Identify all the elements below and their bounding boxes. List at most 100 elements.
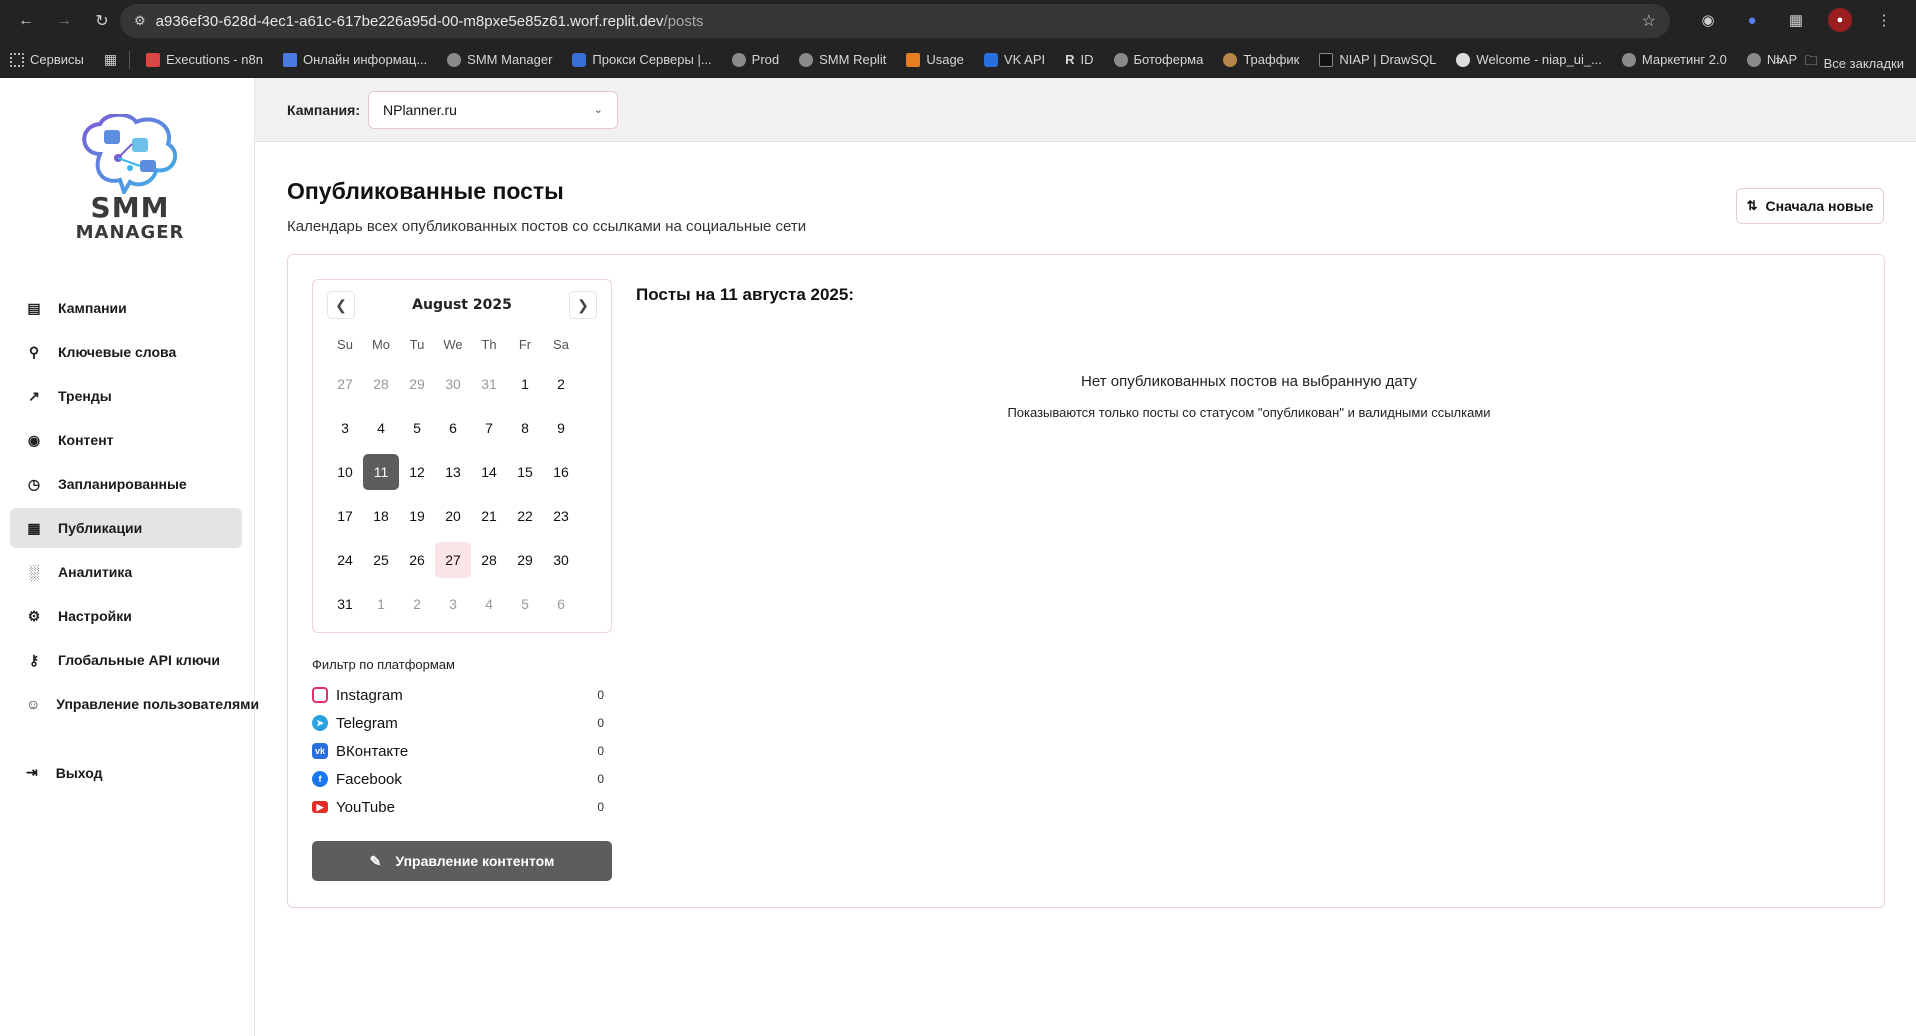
bookmark-item[interactable]: Usage [906, 52, 964, 67]
extension-badge-icon[interactable]: ● [1740, 8, 1764, 32]
calendar-day[interactable]: 5 [507, 586, 543, 622]
calendar-day[interactable]: 14 [471, 454, 507, 490]
sidebar-item-publications[interactable]: ▦ Публикации [10, 508, 242, 548]
sidebar-item-analytics[interactable]: ░ Аналитика [10, 552, 242, 592]
calendar-day[interactable]: 16 [543, 454, 579, 490]
weekday-label: Mo [371, 336, 391, 352]
calendar-day[interactable]: 7 [471, 410, 507, 446]
bookmark-item[interactable]: Welcome - niap_ui_... [1456, 52, 1602, 67]
calendar-header: ❮ August 2025 ❯ [327, 290, 597, 320]
prev-month-button[interactable]: ❮ [327, 291, 355, 319]
calendar-day[interactable]: 20 [435, 498, 471, 534]
platform-filter-instagram[interactable]: Instagram 0 [312, 681, 612, 709]
more-bookmarks-icon[interactable]: » [1775, 52, 1782, 74]
calendar-day[interactable]: 22 [507, 498, 543, 534]
bookmark-services[interactable]: Сервисы [10, 52, 84, 67]
extensions-icon[interactable]: ▦ [1784, 8, 1808, 32]
calendar-day[interactable]: 8 [507, 410, 543, 446]
calendar-day[interactable]: 17 [327, 498, 363, 534]
campaign-select[interactable]: NPlanner.ru ⌄ [368, 90, 618, 129]
sidebar-item-trends[interactable]: ↗ Тренды [10, 376, 242, 416]
calendar-day[interactable]: 15 [507, 454, 543, 490]
clock-icon: ◷ [27, 475, 41, 492]
calendar-day[interactable]: 25 [363, 542, 399, 578]
manage-content-button[interactable]: ✎ Управление контентом [312, 841, 612, 881]
calendar-day[interactable]: 18 [363, 498, 399, 534]
menu-icon[interactable]: ⋮ [1872, 8, 1896, 32]
camera-icon[interactable]: ◉ [1696, 8, 1720, 32]
bookmark-item[interactable]: VK API [983, 52, 1045, 67]
profile-avatar[interactable]: ● [1828, 8, 1852, 32]
bookmark-item[interactable]: SMM Manager [447, 52, 552, 67]
back-icon[interactable]: ← [12, 7, 40, 35]
weekday-label: Th [481, 336, 497, 352]
calendar-day[interactable]: 21 [471, 498, 507, 534]
calendar-day[interactable]: 6 [435, 410, 471, 446]
bookmark-star-icon[interactable]: ☆ [1642, 11, 1656, 31]
calendar-day[interactable]: 26 [399, 542, 435, 578]
calendar-day[interactable]: 1 [507, 366, 543, 402]
sort-button[interactable]: ⇅ Сначала новые [1736, 188, 1884, 224]
platform-name: Instagram [336, 686, 403, 704]
bookmark-item[interactable]: R ID [1065, 52, 1093, 67]
calendar-day[interactable]: 30 [543, 542, 579, 578]
bookmark-item[interactable]: Executions - n8n [146, 52, 263, 67]
platform-filter-youtube[interactable]: ▶ YouTube 0 [312, 793, 612, 821]
calendar-day[interactable]: 24 [327, 542, 363, 578]
site-info-icon[interactable]: ⚙ [134, 13, 146, 29]
calendar-day[interactable]: 31 [471, 366, 507, 402]
bookmark-item[interactable]: Маркетинг 2.0 [1621, 52, 1727, 67]
all-bookmarks[interactable]: 🗀 Все закладки [1805, 52, 1904, 74]
calendar-day[interactable]: 28 [471, 542, 507, 578]
sidebar-item-campaigns[interactable]: ▤ Кампании [10, 288, 242, 328]
calendar-day[interactable]: 23 [543, 498, 579, 534]
calendar-month: August 2025 [412, 297, 512, 313]
bookmark-item[interactable]: Траффик [1223, 52, 1299, 67]
calendar-day[interactable]: 4 [363, 410, 399, 446]
platform-filter-facebook[interactable]: f Facebook 0 [312, 765, 612, 793]
logout-button[interactable]: ⇥ Выход [26, 764, 103, 781]
calendar-day[interactable]: 19 [399, 498, 435, 534]
calendar-day[interactable]: 29 [399, 366, 435, 402]
forward-icon[interactable]: → [50, 7, 78, 35]
calendar-day[interactable]: 6 [543, 586, 579, 622]
next-month-button[interactable]: ❯ [569, 291, 597, 319]
bookmark-item[interactable]: Prod [731, 52, 779, 67]
sidebar-item-users[interactable]: ☺ Управление пользователями [10, 684, 259, 724]
calendar-day[interactable]: 12 [399, 454, 435, 490]
sidebar-item-keywords[interactable]: ⚲ Ключевые слова [10, 332, 242, 372]
calendar-day[interactable]: 10 [327, 454, 363, 490]
bookmark-item[interactable]: SMM Replit [799, 52, 886, 67]
sidebar-item-scheduled[interactable]: ◷ Запланированные [10, 464, 242, 504]
bookmark-item[interactable]: Онлайн информац... [282, 52, 427, 67]
bookmark-item[interactable]: NIAP | DrawSQL [1319, 52, 1436, 67]
platform-filter-telegram[interactable]: ➤ Telegram 0 [312, 709, 612, 737]
address-bar[interactable]: ⚙ a936ef30-628d-4ec1-a61c-617be226a95d-0… [120, 4, 1670, 38]
sidebar-item-content[interactable]: ◉ Контент [10, 420, 242, 460]
calendar-day[interactable]: 27 [327, 366, 363, 402]
calendar-day[interactable]: 9 [543, 410, 579, 446]
sidebar-item-label: Запланированные [58, 476, 187, 492]
sidebar-item-api-keys[interactable]: ⚷ Глобальные API ключи [10, 640, 242, 680]
calendar-day[interactable]: 4 [471, 586, 507, 622]
calendar-day[interactable]: 28 [363, 366, 399, 402]
calendar-day[interactable]: 31 [327, 586, 363, 622]
calendar-day[interactable]: 3 [327, 410, 363, 446]
calendar-day[interactable]: 2 [399, 586, 435, 622]
calendar-day[interactable]: 30 [435, 366, 471, 402]
reload-icon[interactable]: ↻ [88, 7, 116, 35]
calendar-day[interactable]: 3 [435, 586, 471, 622]
calendar-day[interactable]: 29 [507, 542, 543, 578]
platform-filter-vk[interactable]: vk ВКонтакте 0 [312, 737, 612, 765]
bookmark-apps[interactable]: ▦ [104, 51, 117, 68]
calendar-day[interactable]: 2 [543, 366, 579, 402]
calendar-day-selected[interactable]: 11 [363, 454, 399, 490]
calendar-day[interactable]: 5 [399, 410, 435, 446]
calendar-day-today[interactable]: 27 [435, 542, 471, 578]
platform-name: YouTube [336, 798, 395, 816]
calendar-day[interactable]: 1 [363, 586, 399, 622]
bookmark-item[interactable]: Ботоферма [1113, 52, 1203, 67]
calendar-day[interactable]: 13 [435, 454, 471, 490]
sidebar-item-settings[interactable]: ⚙ Настройки [10, 596, 242, 636]
bookmark-item[interactable]: Прокси Серверы |... [572, 52, 712, 67]
